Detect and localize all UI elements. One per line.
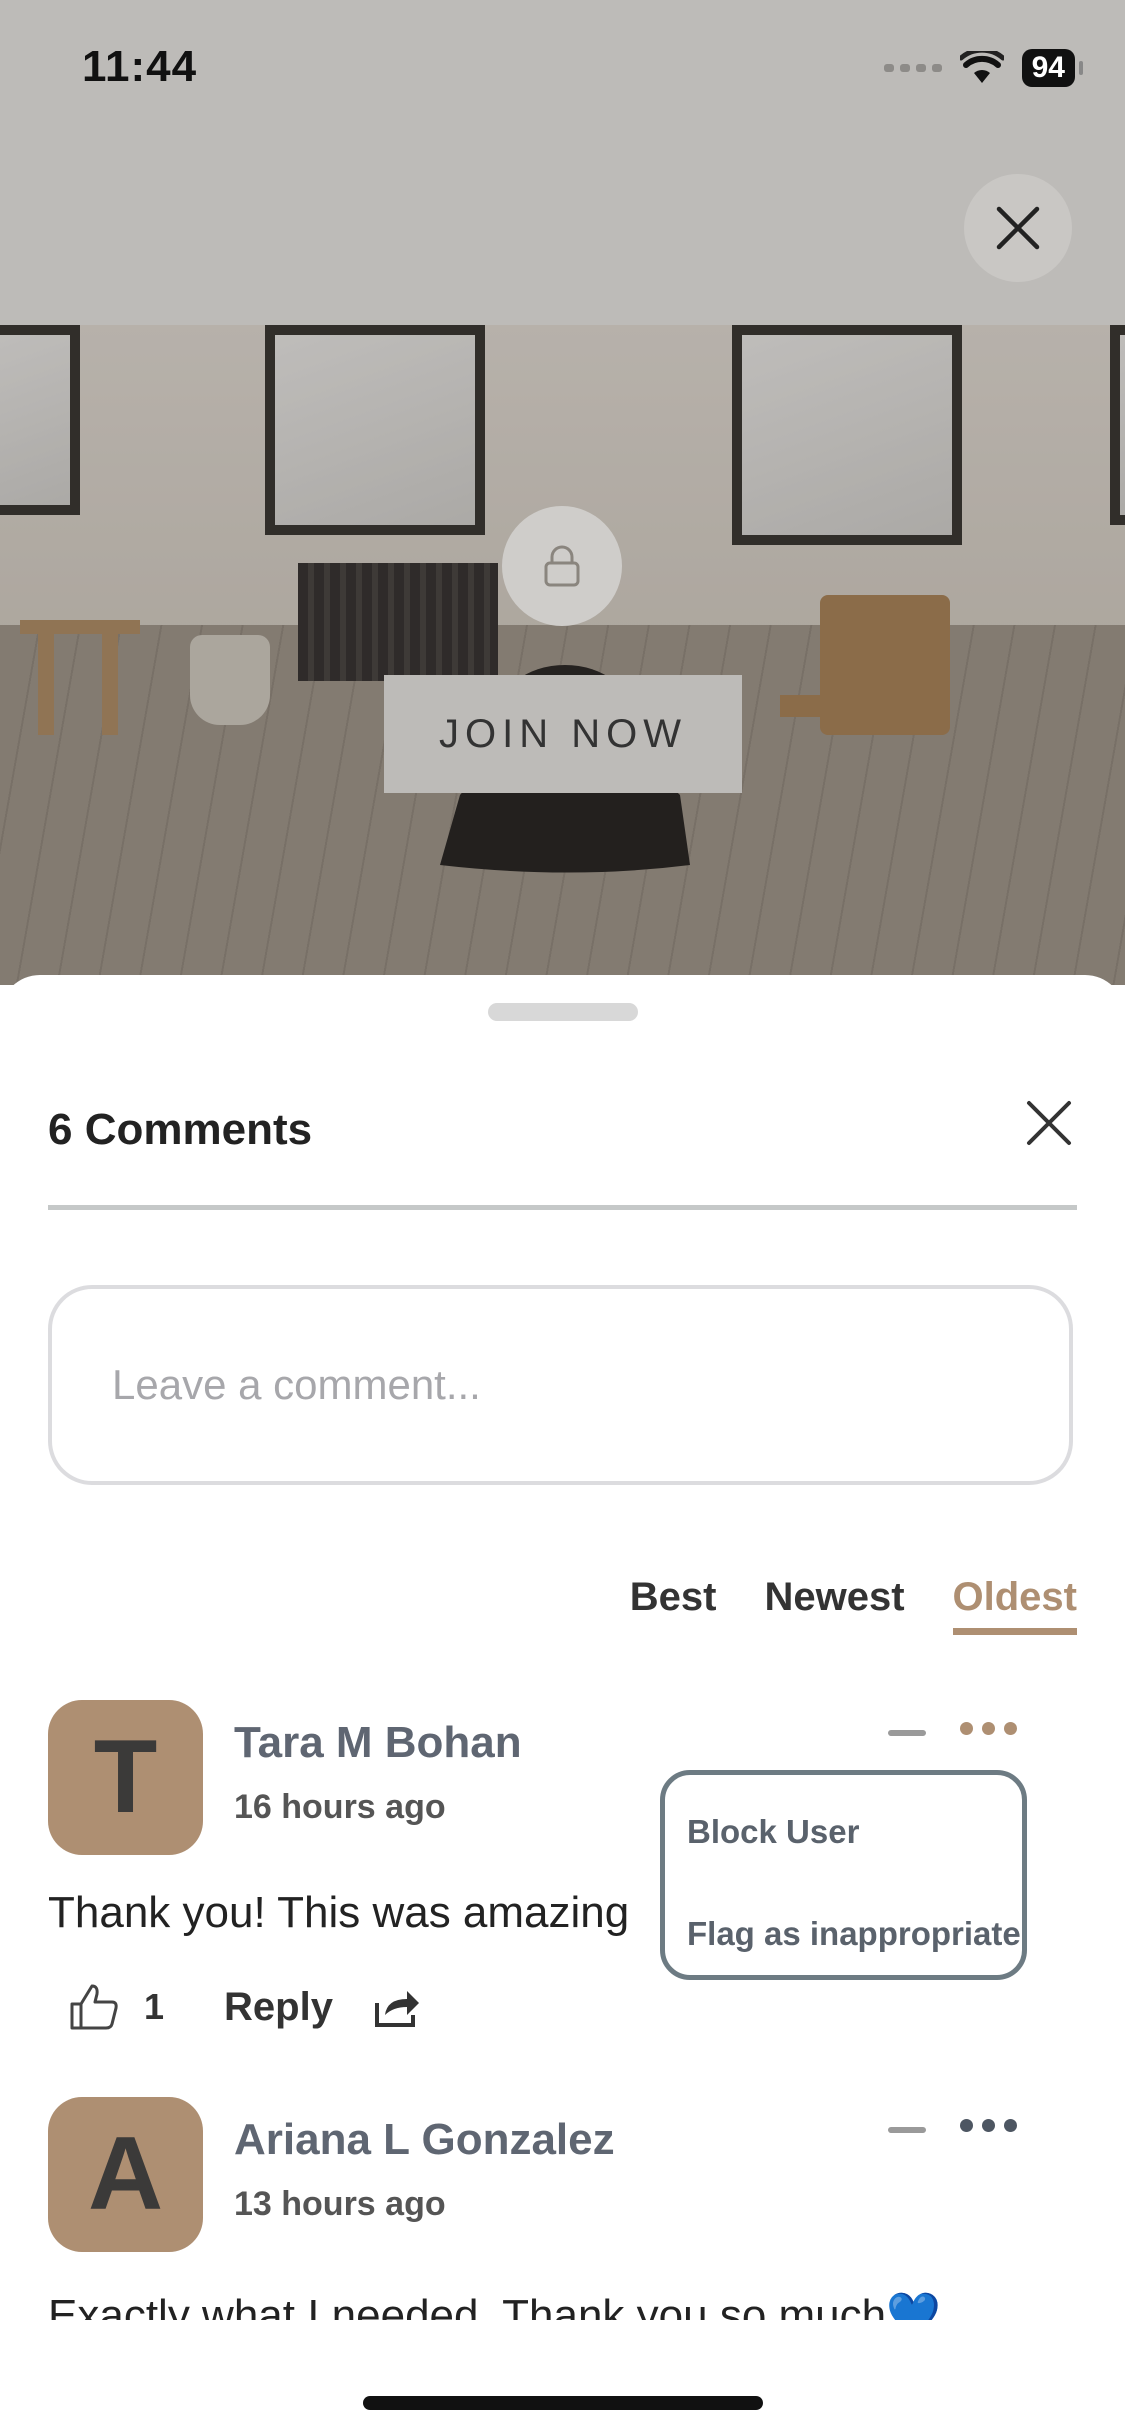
share-icon[interactable] [373,1985,423,2029]
comment-time: 13 hours ago [234,2185,446,2223]
divider [48,1205,1077,1210]
comment-input[interactable] [48,1285,1073,1485]
comment-actions: 1 Reply [68,1982,423,2032]
sheet-grabber[interactable] [488,1003,638,1021]
like-count: 1 [144,1986,165,2027]
video-preview[interactable] [0,325,1125,985]
video-dim-overlay [0,325,1125,985]
avatar[interactable]: T [48,1700,203,1855]
thumbs-up-icon[interactable] [68,1982,120,2032]
comment-author[interactable]: Tara M Bohan [234,1718,522,1768]
sort-tab-newest[interactable]: Newest [764,1575,904,1635]
video-close-button[interactable] [964,174,1072,282]
flag-inappropriate-menu-item[interactable]: Flag as inappropriate [687,1915,1021,1953]
battery-indicator: 94 [1021,49,1075,87]
comment-time: 16 hours ago [234,1788,446,1826]
reply-button[interactable]: Reply [224,1985,333,2030]
avatar[interactable]: A [48,2097,203,2252]
lock-icon [544,545,580,587]
sort-tab-oldest[interactable]: Oldest [952,1575,1077,1635]
video-header: 11:44 94 [0,0,1125,325]
home-indicator[interactable] [363,2396,763,2410]
collapse-icon[interactable] [888,1730,926,1736]
bottom-safe-area [0,2320,1125,2436]
close-icon [996,206,1040,250]
status-icons: 94 [883,48,1083,88]
sort-tabs: Best Newest Oldest [630,1575,1077,1635]
comments-close-button[interactable] [1021,1095,1077,1151]
comments-sheet: 6 Comments Best Newest Oldest T Tara M B… [0,975,1125,2436]
block-user-menu-item[interactable]: Block User [687,1813,859,1851]
locked-indicator [502,506,622,626]
sort-tab-best[interactable]: Best [630,1575,717,1635]
battery-tip [1079,61,1083,75]
collapse-icon[interactable] [888,2127,926,2133]
comments-title: 6 Comments [48,1105,313,1154]
status-time: 11:44 [82,42,198,91]
wifi-icon [959,51,1004,83]
comment-author[interactable]: Ariana L Gonzalez [234,2115,615,2165]
close-icon [1027,1101,1071,1145]
comment-text: Thank you! This was amazing [48,1888,630,1937]
comment-options-menu: Block User Flag as inappropriate [660,1770,1027,1980]
cellular-signal-icon [883,64,942,72]
join-now-button[interactable]: JOIN NOW [384,675,742,793]
more-options-icon[interactable] [960,1722,1017,1735]
more-options-icon[interactable] [960,2119,1017,2132]
